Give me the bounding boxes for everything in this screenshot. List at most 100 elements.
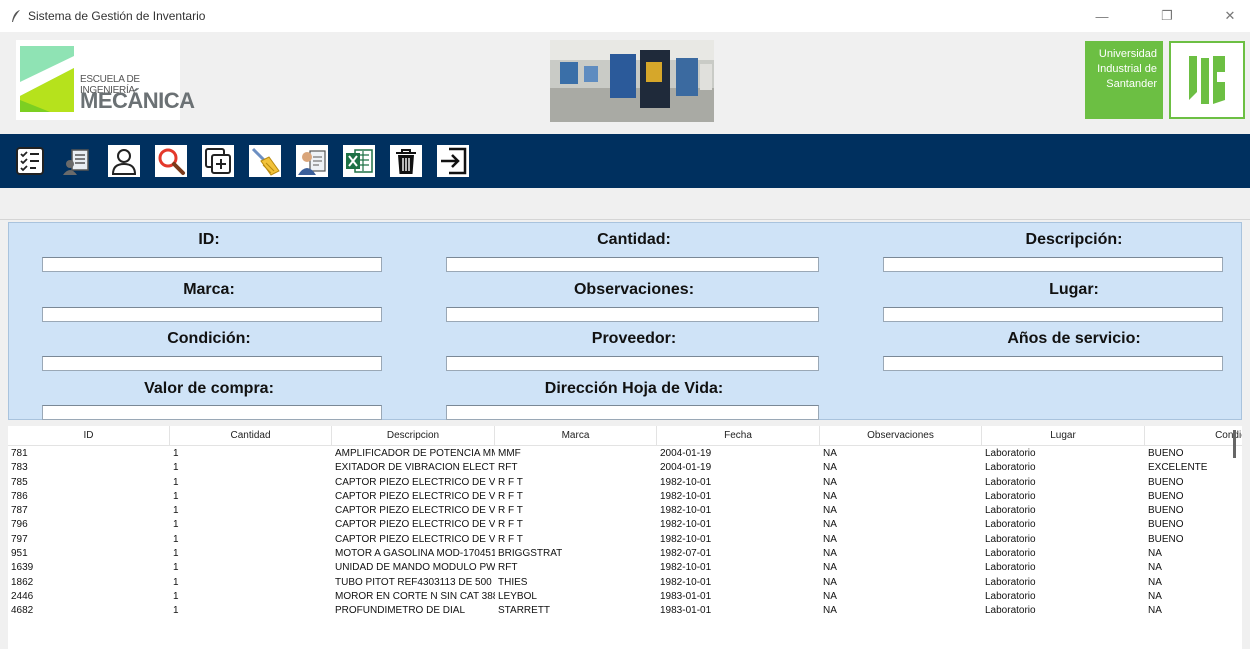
export-excel-button[interactable] (341, 142, 377, 180)
table-cell: CAPTOR PIEZO ELECTRICO DE VELO (335, 490, 495, 502)
label-observaciones: Observaciones: (573, 281, 695, 298)
observaciones-field[interactable] (446, 307, 819, 322)
table-row[interactable]: 781 1 AMPLIFICADOR DE POTENCIA MMF MMF 2004-… (8, 447, 1242, 461)
title-bar: Sistema de Gestión de Inventario — ❐ ✕ (0, 0, 1250, 32)
table-cell: CAPTOR PIEZO ELECTRICO DE VELO (335, 533, 495, 545)
table-row[interactable]: 2446 1 MOROR EN CORTE N SIN CAT 38851 LEYBO… (8, 590, 1242, 604)
table-row[interactable]: 797 1 CAPTOR PIEZO ELECTRICO DE VELOR F T 1… (8, 533, 1242, 547)
table-row[interactable]: 786 1 CAPTOR PIEZO ELECTRICO DE VELOR F T 1… (8, 490, 1242, 504)
table-cell: 2446 (11, 590, 34, 602)
table-cell: 786 (11, 490, 28, 502)
column-header[interactable]: Descripcion (332, 426, 495, 446)
table-row[interactable]: 787 1 CAPTOR PIEZO ELECTRICO DE VELOR F T 1… (8, 504, 1242, 518)
table-cell: EXITADOR DE VIBRACION ELECTROI (335, 462, 495, 474)
table-cell: NA (1148, 576, 1162, 588)
condicion-field[interactable] (42, 356, 382, 371)
table-cell: BUENO (1148, 476, 1184, 488)
table-cell: Laboratorio (985, 605, 1036, 617)
table-cell: 2004-01-19 (660, 448, 712, 459)
table-cell: Laboratorio (985, 562, 1036, 574)
minimize-button[interactable]: — (1082, 0, 1122, 32)
label-proveedor: Proveedor: (591, 330, 677, 347)
table-row[interactable]: 796 1 CAPTOR PIEZO ELECTRICO DE VELOR F T 1… (8, 518, 1242, 532)
table-cell: NA (823, 590, 837, 602)
label-descripcion: Descripción: (1025, 231, 1123, 248)
table-cell: 1982-10-01 (660, 519, 712, 531)
table-row[interactable]: 783 1 EXITADOR DE VIBRACION ELECTROI RFT 200… (8, 461, 1242, 475)
label-condicion: Condición: (167, 330, 251, 347)
table-cell: MOROR EN CORTE N SIN CAT 38851 (335, 590, 495, 602)
clean-button[interactable] (247, 142, 283, 180)
table-cell: 2004-01-19 (660, 462, 712, 474)
table-cell: 951 (11, 548, 28, 560)
table-row[interactable]: 785 1 CAPTOR PIEZO ELECTRICO DE VELOR F T 1… (8, 476, 1242, 490)
table-row[interactable]: 951 1 MOTOR A GASOLINA MOD-170451 ' BRIGGST… (8, 547, 1242, 561)
label-valor-compra: Valor de compra: (144, 380, 274, 397)
column-header[interactable]: Marca (495, 426, 657, 446)
table-cell: 1 (173, 462, 179, 474)
table-cell: LEYBOL (498, 590, 537, 602)
delete-button[interactable] (388, 142, 424, 180)
user-document-button[interactable] (59, 142, 95, 180)
table-cell: R F T (498, 490, 523, 502)
column-header[interactable]: Observaciones (820, 426, 982, 446)
column-header[interactable]: Fecha (657, 426, 820, 446)
user-button[interactable] (106, 142, 142, 180)
feather-icon (8, 8, 24, 24)
direccion-hoja-vida-field[interactable] (446, 405, 819, 420)
duplicate-add-icon (202, 145, 234, 177)
separator-strip (0, 188, 1250, 220)
cantidad-field[interactable] (446, 257, 819, 272)
column-header[interactable]: Lugar (982, 426, 1145, 446)
lugar-field[interactable] (883, 307, 1223, 322)
close-button[interactable]: ✕ (1210, 0, 1250, 32)
uis-text-line1: Universidad (1098, 48, 1157, 60)
valor-compra-field[interactable] (42, 405, 382, 420)
table-cell: 1982-10-01 (660, 562, 712, 574)
table-cell: 1 (173, 505, 179, 517)
table-cell: Laboratorio (985, 548, 1036, 560)
table-cell: NA (823, 605, 837, 617)
table-cell: 4682 (11, 605, 34, 617)
table-scrollbar[interactable] (1233, 430, 1236, 458)
duplicate-add-button[interactable] (200, 142, 236, 180)
table-cell: NA (823, 562, 837, 574)
label-lugar: Lugar: (1049, 281, 1099, 298)
table-body: 781 1 AMPLIFICADOR DE POTENCIA MMF MMF 2004-… (8, 447, 1242, 619)
search-icon (155, 145, 187, 177)
descripcion-field[interactable] (883, 257, 1223, 272)
exit-button[interactable] (435, 142, 471, 180)
table-row[interactable]: 1862 1 TUBO PITOT REF4303113 DE 500 MM THIE… (8, 576, 1242, 590)
cv-button[interactable] (294, 142, 330, 180)
table-row[interactable]: 1639 1 UNIDAD DE MANDO MODULO PW 3 RFT 1982-… (8, 561, 1242, 575)
table-cell: 797 (11, 533, 28, 545)
marca-field[interactable] (42, 307, 382, 322)
table-cell: 1 (173, 490, 179, 502)
column-header[interactable]: Condicio (1145, 426, 1242, 446)
search-button[interactable] (153, 142, 189, 180)
table-cell: R F T (498, 519, 523, 531)
restore-button[interactable]: ❐ (1147, 0, 1187, 32)
table-cell: NA (823, 505, 837, 517)
table-cell: Laboratorio (985, 490, 1036, 502)
table-cell: NA (1148, 548, 1162, 560)
table-cell: BUENO (1148, 448, 1184, 459)
table-cell: RFT (498, 462, 518, 474)
checklist-button[interactable] (12, 142, 48, 180)
mecanica-logo: ESCUELA DE INGENIERÍA MECÁNICA (16, 40, 195, 120)
table-cell: NA (823, 490, 837, 502)
column-header[interactable]: Cantidad (170, 426, 332, 446)
table-row[interactable]: 4682 1 PROFUNDIMETRO DE DIAL STARRETT 1983-0… (8, 604, 1242, 618)
proveedor-field[interactable] (446, 356, 819, 371)
column-header[interactable]: ID (8, 426, 170, 446)
table-cell: 1 (173, 605, 179, 617)
table-cell: 1 (173, 533, 179, 545)
table-cell: 1982-10-01 (660, 533, 712, 545)
anios-servicio-field[interactable] (883, 356, 1223, 371)
label-anios-servicio: Años de servicio: (1007, 330, 1141, 347)
table-cell: 781 (11, 448, 28, 459)
table-cell: NA (823, 519, 837, 531)
cv-person-icon (296, 145, 328, 177)
id-field[interactable] (42, 257, 382, 272)
table-cell: CAPTOR PIEZO ELECTRICO DE VELO (335, 505, 495, 517)
